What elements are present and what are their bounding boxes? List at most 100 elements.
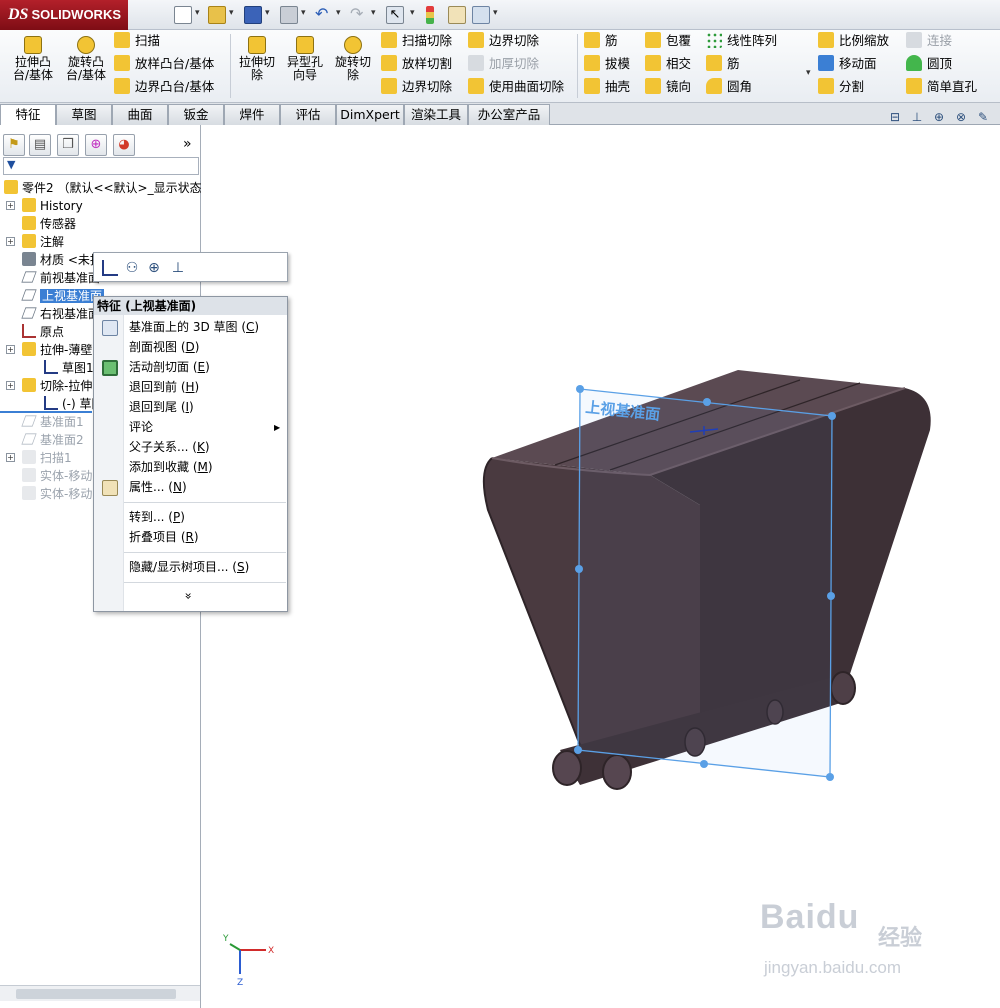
display-manager-tab-icon[interactable]: ◕ xyxy=(113,134,135,156)
rib-button-2[interactable]: 筋 xyxy=(706,54,740,74)
select-dropdown-icon[interactable]: ▾ xyxy=(410,8,415,18)
tree-item[interactable]: 切除-拉伸 xyxy=(22,377,92,395)
draft-button[interactable]: 拔模 xyxy=(584,54,630,74)
tree-expander-icon[interactable]: + xyxy=(6,345,15,354)
menu-item-properties[interactable]: 属性... (N) xyxy=(129,477,187,497)
new-dropdown-icon[interactable]: ▾ xyxy=(195,8,200,18)
feature-manager-tab-icon[interactable]: ⚑ xyxy=(3,134,25,156)
shell-button[interactable]: 抽壳 xyxy=(584,77,630,97)
traffic-light-icon[interactable] xyxy=(426,6,434,24)
tree-horizontal-scrollbar[interactable] xyxy=(0,985,200,1001)
edit-plane-button[interactable]: ⊥ xyxy=(168,258,188,278)
surface-cut-button[interactable]: 使用曲面切除 xyxy=(468,77,564,97)
tree-root[interactable]: 零件2 （默认<<默认>_显示状态 xyxy=(4,179,202,197)
menu-item-hide-show-tree-items[interactable]: 隐藏/显示树项目... (S) xyxy=(129,557,249,577)
tree-item[interactable]: History xyxy=(22,197,83,215)
zoom-to-fit-icon[interactable]: ⊕ xyxy=(931,110,947,126)
tab-evaluate[interactable]: 评估 xyxy=(280,104,336,125)
scroll-thumb[interactable] xyxy=(16,989,176,999)
configuration-manager-tab-icon[interactable]: ❒ xyxy=(57,134,79,156)
tree-item[interactable]: 基准面2 xyxy=(21,431,84,449)
move-face-button[interactable]: 移动面 xyxy=(818,54,877,74)
tab-office-products[interactable]: 办公室产品 xyxy=(468,104,550,125)
boundary-cut-button-2[interactable]: 边界切除 xyxy=(468,31,539,51)
boundary-boss-button[interactable]: 边界凸台/基体 xyxy=(114,77,214,97)
split-button[interactable]: 分割 xyxy=(818,77,864,97)
boundary-cut-button[interactable]: 边界切除 xyxy=(381,77,452,97)
tree-expander-icon[interactable]: + xyxy=(6,237,15,246)
wrap-button[interactable]: 包覆 xyxy=(645,31,691,51)
revolve-boss-button[interactable]: 旋转凸 台/基体 xyxy=(61,36,111,82)
extrude-boss-button[interactable]: 拉伸凸 台/基体 xyxy=(8,36,58,82)
previous-view-icon[interactable]: ⊟ xyxy=(887,110,903,126)
rib-button[interactable]: 筋 xyxy=(584,31,618,51)
connect-button[interactable]: 连接 xyxy=(906,31,952,51)
customize-dropdown-icon[interactable]: ▾ xyxy=(493,8,498,18)
menu-item-go-to[interactable]: 转到... (P) xyxy=(129,507,185,527)
new-icon[interactable] xyxy=(174,6,192,24)
tree-item[interactable]: 基准面1 xyxy=(21,413,84,431)
menu-item-collapse-items[interactable]: 折叠项目 (R) xyxy=(129,527,199,547)
swept-cut-button[interactable]: 扫描切除 xyxy=(381,31,452,51)
extruded-cut-button[interactable]: 拉伸切 除 xyxy=(235,36,279,82)
dome-button[interactable]: 圆顶 xyxy=(906,54,952,74)
tab-render-tools[interactable]: 渲染工具 xyxy=(404,104,468,125)
zoom-to-area-icon[interactable]: ⊗ xyxy=(953,110,969,126)
view-orientation-icon[interactable]: ✎ xyxy=(975,110,991,126)
zoom-to-selection-button[interactable]: ⊕ xyxy=(144,258,164,278)
intersect-button[interactable]: 相交 xyxy=(645,54,691,74)
tree-item[interactable]: 上视基准面 xyxy=(21,287,105,305)
tree-expander-icon[interactable]: + xyxy=(6,201,15,210)
customize-icon[interactable] xyxy=(472,6,490,24)
tab-sheet-metal[interactable]: 钣金 xyxy=(168,104,224,125)
sketch-button[interactable] xyxy=(100,258,120,278)
sweep-button[interactable]: 扫描 xyxy=(114,31,160,51)
tree-item[interactable]: 注解 xyxy=(22,233,64,251)
scale-button[interactable]: 比例缩放 xyxy=(818,31,889,51)
tab-surfaces[interactable]: 曲面 xyxy=(112,104,168,125)
menu-item-comment[interactable]: 评论 xyxy=(129,417,153,437)
print-icon[interactable] xyxy=(280,6,298,24)
tree-item[interactable]: 草图1 xyxy=(44,359,94,377)
tree-item[interactable]: 传感器 xyxy=(22,215,76,233)
section-view-icon[interactable]: ⊥ xyxy=(909,110,925,126)
tree-item[interactable]: 实体-移动 xyxy=(22,485,92,503)
linear-pattern-dropdown-icon[interactable]: ▾ xyxy=(806,68,811,78)
tree-item[interactable]: 右视基准面 xyxy=(21,305,100,323)
revolved-cut-button[interactable]: 旋转切 除 xyxy=(331,36,375,82)
tree-filter[interactable]: ▼ xyxy=(3,157,199,175)
save-icon[interactable] xyxy=(244,6,262,24)
redo-dropdown-icon[interactable]: ▾ xyxy=(371,8,376,18)
options-icon[interactable] xyxy=(448,6,466,24)
hole-wizard-button[interactable]: 异型孔 向导 xyxy=(283,36,327,82)
tab-dimxpert[interactable]: DimXpert xyxy=(336,104,404,125)
tree-item[interactable]: 拉伸-薄壁 xyxy=(22,341,92,359)
menu-item-section-view[interactable]: 剖面视图 (D) xyxy=(129,337,199,357)
menu-item-add-to-favorites[interactable]: 添加到收藏 (M) xyxy=(129,457,213,477)
graphics-area[interactable] xyxy=(201,125,1000,1008)
print-dropdown-icon[interactable]: ▾ xyxy=(301,8,306,18)
tab-sketch[interactable]: 草图 xyxy=(56,104,112,125)
tab-weldments[interactable]: 焊件 xyxy=(224,104,280,125)
tree-item[interactable]: 实体-移动 xyxy=(22,467,92,485)
fillet-button[interactable]: 圆角 xyxy=(706,77,752,97)
save-dropdown-icon[interactable]: ▾ xyxy=(265,8,270,18)
menu-item-3d-sketch-on-plane[interactable]: 基准面上的 3D 草图 (C) xyxy=(129,317,259,337)
redo-icon[interactable]: ↷ xyxy=(350,6,368,24)
lofted-cut-button[interactable]: 放样切割 xyxy=(381,54,452,74)
tree-item[interactable]: 原点 xyxy=(22,323,64,341)
tree-expander-icon[interactable]: + xyxy=(6,381,15,390)
menu-item-active-section-plane[interactable]: 活动剖切面 (E) xyxy=(129,357,210,377)
normal-to-button[interactable]: ⚇ xyxy=(122,258,142,278)
menu-item-parent-child[interactable]: 父子关系... (K) xyxy=(129,437,210,457)
menu-item-rollback-previous[interactable]: 退回到前 (H) xyxy=(129,377,199,397)
tab-features[interactable]: 特征 xyxy=(0,104,56,126)
menu-item-rollback-end[interactable]: 退回到尾 (I) xyxy=(129,397,194,417)
select-icon[interactable]: ↖ xyxy=(386,6,404,24)
solidworks-logo[interactable]: DS SOLIDWORKS xyxy=(0,0,128,30)
property-manager-tab-icon[interactable]: ▤ xyxy=(29,134,51,156)
open-icon[interactable] xyxy=(208,6,226,24)
undo-dropdown-icon[interactable]: ▾ xyxy=(336,8,341,18)
simple-hole-button[interactable]: 简单直孔 xyxy=(906,77,977,97)
rollback-bar[interactable] xyxy=(0,411,92,413)
